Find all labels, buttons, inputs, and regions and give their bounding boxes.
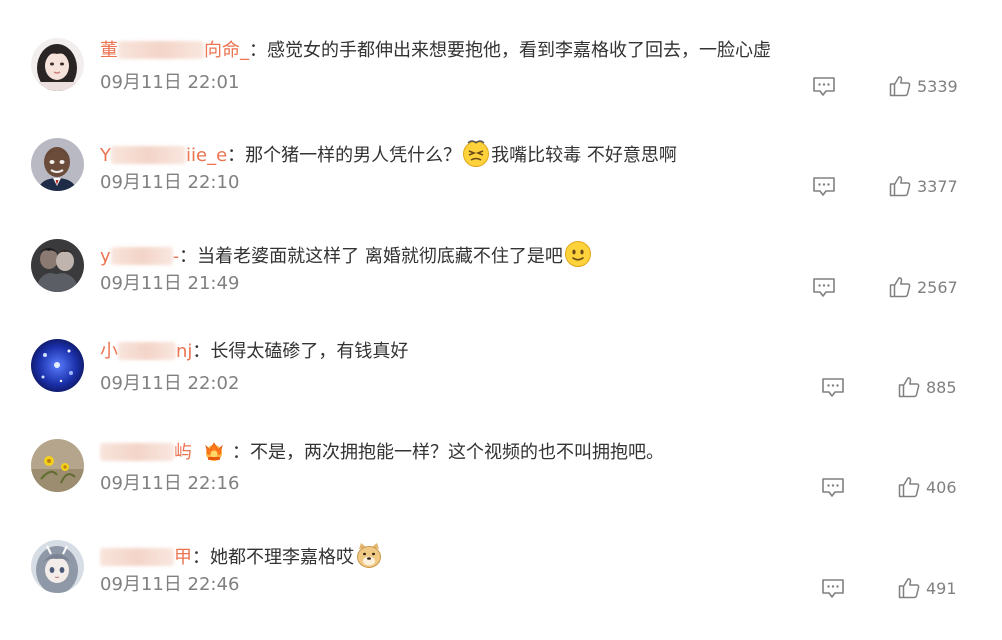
comment-text: 她都不理李嘉格哎 [210,547,354,568]
comment-text-after: 我嘴比较毒 不好意思啊 [491,145,677,166]
dizzy-face-emoji-icon [463,140,490,167]
comment-time: 09月11日 22:16 [100,473,240,494]
thumbs-up-icon [898,578,920,599]
avatar-anime-girl-icon[interactable] [31,540,84,593]
username-link[interactable]: 屿 [100,442,192,463]
comment-item: 甲：她都不理李嘉格哎 09月11日 22:46 491 [0,540,1002,640]
separator: ： [179,246,198,267]
like-count: 885 [926,377,957,397]
comment-item: 屿 ：不是，两次拥抱能一样？这个视频的也不叫拥抱吧。 09月11日 22:16 … [0,439,1002,539]
comment-line: y -：当着老婆面就这样了 离婚就彻底藏不住了是吧 [100,240,593,267]
comment-line: 甲：她都不理李嘉格哎 [100,541,384,568]
comment-item: Yiie_e：那个猪一样的男人凭什么？ 我嘴比较毒 不好意思啊 09月11日 2… [0,138,1002,238]
comment-text: 感觉女的手都伸出来想要抱他，看到李嘉格收了回去，一脸心虚 [267,40,771,61]
comment-line: 董向命_：感觉女的手都伸出来想要抱他，看到李嘉格收了回去，一脸心虚 [100,39,771,63]
comment-time: 09月11日 21:49 [100,273,240,294]
comment-time: 09月11日 22:10 [100,172,240,193]
avatar-couple-photo-icon[interactable] [31,239,84,292]
comment-text: 长得太磕碜了，有钱真好 [210,341,409,362]
comment-icon [813,77,835,96]
comment-text: 那个猪一样的男人凭什么？ [245,145,462,166]
reply-button[interactable] [812,176,836,198]
reply-button[interactable] [812,277,836,299]
comment-time: 09月11日 22:02 [100,373,240,394]
thumbs-up-icon [889,176,911,197]
avatar-flower-photo-icon[interactable] [31,439,84,492]
thumbs-up-icon [889,76,911,97]
username-link[interactable]: Yiie_e [100,145,227,166]
separator: ： [192,547,210,568]
like-count: 406 [926,477,957,497]
like-count: 2567 [917,277,958,297]
like-button[interactable]: 406 [898,476,957,500]
comment-icon [822,378,844,397]
like-count: 3377 [917,176,958,196]
reply-button[interactable] [812,76,836,98]
comment-icon [822,478,844,497]
like-count: 491 [926,578,957,598]
comment-icon [822,579,844,598]
comment-icon [813,278,835,297]
username-link[interactable]: y- [100,246,179,267]
like-button[interactable]: 2567 [889,276,958,300]
like-button[interactable]: 885 [898,376,957,400]
reply-button[interactable] [821,377,845,399]
comment-time: 09月11日 22:01 [100,72,240,93]
username-link[interactable]: 甲 [100,547,192,568]
reply-button[interactable] [821,477,845,499]
like-button[interactable]: 491 [898,577,957,601]
like-button[interactable]: 3377 [889,175,958,199]
separator: ： [227,145,246,166]
like-count: 5339 [917,76,958,96]
comment-line: 小 nj：长得太磕碜了，有钱真好 [100,340,408,364]
separator: ： [192,341,211,362]
comment-item: y -：当着老婆面就这样了 离婚就彻底藏不住了是吧 09月11日 21:49 25… [0,239,1002,339]
comment-item: 董向命_：感觉女的手都伸出来想要抱他，看到李嘉格收了回去，一脸心虚 09月11日… [0,38,1002,138]
username-link[interactable]: 董向命_ [100,40,249,61]
avatar-girl-photo-icon[interactable] [31,38,84,91]
comment-time: 09月11日 22:46 [100,574,240,595]
doge-emoji-icon [357,543,381,568]
comment-line: 屿 ：不是，两次拥抱能一样？这个视频的也不叫拥抱吧。 [100,440,664,464]
avatar-blue-sparkle-icon[interactable] [31,339,84,392]
comment-item: 小 nj：长得太磕碜了，有钱真好 09月11日 22:02 885 [0,339,1002,439]
comment-line: Yiie_e：那个猪一样的男人凭什么？ 我嘴比较毒 不好意思啊 [100,139,677,167]
comment-text: 不是，两次拥抱能一样？这个视频的也不叫拥抱吧。 [250,442,664,463]
separator: ： [249,40,267,61]
comment-icon [813,177,835,196]
thumbs-up-icon [898,377,920,398]
thumbs-up-icon [889,277,911,298]
separator: ： [232,442,250,463]
thumbs-up-icon [898,477,920,498]
reply-button[interactable] [821,578,845,600]
smile-face-emoji-icon [564,241,591,267]
username-link[interactable]: 小 nj [100,341,192,362]
comment-text: 当着老婆面就这样了 离婚就彻底藏不住了是吧 [197,246,563,267]
like-button[interactable]: 5339 [889,75,958,99]
crown-badge-icon [205,442,223,461]
avatar-boy-photo-icon[interactable] [31,138,84,191]
